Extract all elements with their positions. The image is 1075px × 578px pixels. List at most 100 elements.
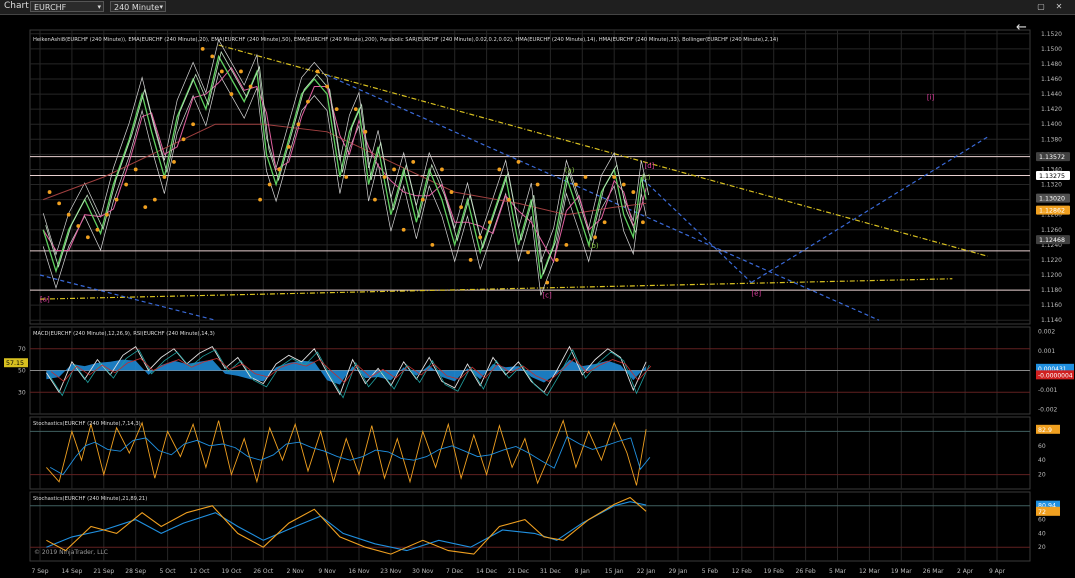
sar-dot bbox=[401, 227, 406, 232]
chart-canvas[interactable]: [a] [c] (a) (b) (c) [d] [e] [i] 7 Sep 14 Sep 21 S… bbox=[0, 15, 1075, 578]
sar-dot bbox=[554, 258, 559, 262]
sar-dot bbox=[133, 167, 138, 172]
x-tick-label: 12 Feb bbox=[732, 568, 752, 575]
value-tag-label: 72 bbox=[1038, 509, 1046, 516]
x-tick-label: 19 Mar bbox=[891, 568, 912, 575]
sar-dot bbox=[411, 160, 416, 164]
copyright-text: © 2019 NinjaTrader, LLC bbox=[34, 549, 108, 556]
y-tick-label: 1.1140 bbox=[1041, 317, 1062, 324]
x-tick-label: 28 Sep bbox=[125, 568, 146, 575]
y-tick-label: 0.002 bbox=[1038, 328, 1055, 335]
y-tick-label: 1.1480 bbox=[1041, 61, 1062, 68]
x-tick-label: 14 Dec bbox=[476, 568, 497, 575]
sar-dot bbox=[210, 54, 215, 59]
sar-dot bbox=[47, 190, 52, 194]
x-tick-label: 22 Jan bbox=[637, 568, 656, 575]
sar-dot bbox=[641, 220, 645, 225]
y-tick-label: 60 bbox=[1038, 443, 1046, 450]
y-tick-label: 1.1200 bbox=[1041, 272, 1062, 279]
instrument-selector[interactable]: EURCHF ▾ bbox=[30, 1, 104, 12]
timeframe-selector[interactable]: 240 Minute ▾ bbox=[110, 1, 166, 12]
y-tick-label: 1.1320 bbox=[1041, 182, 1062, 189]
wave-label: [c] bbox=[542, 292, 552, 300]
sar-dot bbox=[296, 122, 301, 127]
x-tick-label: 7 Sep bbox=[31, 568, 48, 575]
x-tick-label: 26 Mar bbox=[923, 568, 944, 575]
sar-dot bbox=[85, 235, 90, 240]
sar-dot bbox=[76, 224, 81, 228]
x-tick-label: 26 Feb bbox=[796, 568, 816, 575]
instrument-value: EURCHF bbox=[34, 3, 67, 12]
chevron-down-icon: ▾ bbox=[159, 3, 163, 11]
sar-dot bbox=[325, 84, 329, 89]
x-tick-label: 9 Nov bbox=[318, 568, 336, 575]
sar-dot bbox=[440, 167, 444, 172]
app-label: Chart bbox=[4, 1, 29, 11]
x-tick-label: 12 Mar bbox=[859, 568, 880, 575]
back-arrow-icon[interactable]: ← bbox=[1016, 20, 1027, 35]
sar-dot bbox=[430, 242, 435, 247]
x-tick-label: 29 Jan bbox=[669, 568, 688, 575]
y-tick-label: 40 bbox=[1038, 457, 1046, 464]
y-tick-label: 1.1520 bbox=[1041, 31, 1062, 38]
price-tag-label: 1.13572 bbox=[1039, 154, 1065, 161]
value-tag-label: 57.15 bbox=[6, 360, 24, 367]
sar-dot bbox=[105, 212, 109, 217]
sar-dot bbox=[267, 182, 272, 187]
wave-label: (b) bbox=[589, 242, 599, 250]
y-tick-label: 1.1260 bbox=[1041, 227, 1062, 234]
sar-dot bbox=[248, 84, 253, 89]
sar-dot bbox=[124, 182, 129, 187]
y-tick-label: 70 bbox=[18, 346, 26, 353]
close-button[interactable]: ✕ bbox=[1054, 2, 1064, 11]
sar-dot bbox=[152, 197, 157, 202]
wave-label: [e] bbox=[751, 289, 761, 297]
x-tick-label: 16 Nov bbox=[348, 568, 370, 575]
wave-label: [d] bbox=[645, 162, 655, 170]
y-tick-label: 20 bbox=[1038, 472, 1046, 479]
y-tick-label: 60 bbox=[1038, 517, 1046, 524]
sar-dot bbox=[181, 137, 186, 142]
wave-label: (a) bbox=[565, 166, 575, 174]
maximize-button[interactable]: ▢ bbox=[1036, 2, 1046, 11]
x-tick-label: 26 Oct bbox=[253, 568, 274, 575]
x-tick-label: 5 Oct bbox=[160, 568, 177, 575]
sar-dot bbox=[114, 197, 119, 202]
sar-dot bbox=[468, 258, 473, 262]
sar-dot bbox=[382, 175, 387, 179]
sar-dot bbox=[191, 122, 196, 127]
sar-dot bbox=[57, 201, 62, 206]
sar-dot bbox=[219, 69, 224, 74]
y-tick-label: 0.001 bbox=[1038, 348, 1055, 355]
y-tick-label: 1.1500 bbox=[1041, 46, 1062, 53]
sar-dot bbox=[420, 197, 425, 202]
title-bar: Chart EURCHF ▾ 240 Minute ▾ ▢ ✕ bbox=[0, 0, 1075, 15]
price-tag-label: 1.12468 bbox=[1039, 237, 1065, 244]
sar-dot bbox=[459, 205, 463, 210]
sar-dot bbox=[200, 46, 205, 51]
timeframe-value: 240 Minute bbox=[114, 3, 160, 12]
x-tick-label: 19 Feb bbox=[764, 568, 784, 575]
x-tick-label: 21 Sep bbox=[93, 568, 114, 575]
x-tick-label: 8 Jan bbox=[575, 568, 590, 575]
sar-dot bbox=[363, 129, 368, 134]
sar-dot bbox=[612, 175, 617, 179]
x-tick-label: 5 Feb bbox=[702, 568, 719, 575]
sar-dot bbox=[95, 227, 100, 232]
y-tick-label: 1.1180 bbox=[1041, 287, 1062, 294]
macd-panel-title: MACD(EURCHF (240 Minute),12,26,9), RSI(E… bbox=[33, 331, 215, 337]
stoch-slow-panel-title: Stochastics(EURCHF (240 Minute),21,89,21… bbox=[33, 496, 147, 502]
chart-panel-frame bbox=[29, 491, 1031, 562]
sar-dot bbox=[373, 197, 377, 202]
x-tick-label: 5 Mar bbox=[829, 568, 847, 575]
value-tag-label: -0.0000004 bbox=[1038, 372, 1073, 379]
sar-dot bbox=[478, 235, 483, 240]
x-tick-label: 31 Dec bbox=[540, 568, 561, 575]
sar-dot bbox=[621, 182, 626, 187]
sar-dot bbox=[258, 197, 263, 202]
sar-dot bbox=[535, 182, 540, 187]
chevron-down-icon: ▾ bbox=[97, 3, 101, 11]
sar-dot bbox=[172, 160, 176, 164]
sar-dot bbox=[353, 107, 358, 112]
x-tick-label: 23 Nov bbox=[380, 568, 402, 575]
